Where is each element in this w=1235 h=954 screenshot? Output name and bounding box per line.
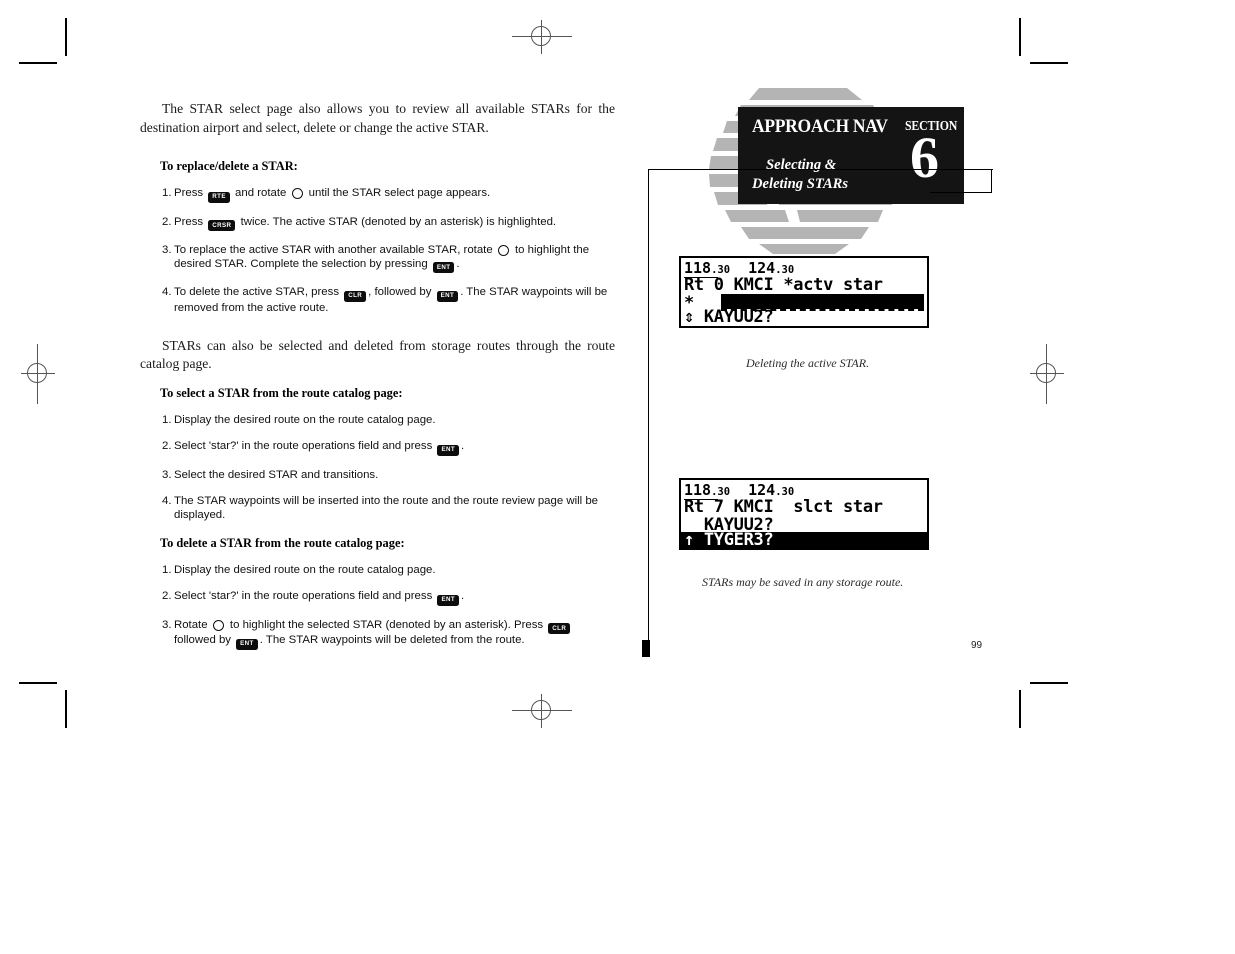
select-catalog-step-number: 1. (162, 413, 172, 426)
figure-2-caption: STARs may be saved in any storage route. (702, 575, 904, 589)
lcd2-waypoint-name: TYGER3? (703, 530, 774, 550)
key-ent-icon[interactable]: ENT (432, 262, 455, 274)
steps-select-catalog: 1. Display the desired route on the route… (140, 414, 615, 523)
key-clr-icon[interactable]: CLR (344, 290, 367, 302)
select-catalog-step: 1. Display the desired route on the route… (140, 414, 615, 428)
key-crsr-icon[interactable]: CRSR (208, 220, 236, 232)
section-header-box: APPROACH NAV Selecting & Deleting STARs … (738, 107, 964, 204)
delete-catalog-step-text: Display the desired route on the route c… (174, 563, 436, 576)
margin-rule-right-horizontal (930, 192, 992, 194)
registration-target-top (512, 20, 572, 54)
crop-mark-br-h (1030, 682, 1068, 684)
replace-delete-step-text: To delete the active STAR, press CLR, fo… (174, 286, 608, 314)
key-rte-icon[interactable]: RTE (208, 191, 230, 203)
select-catalog-step-text: Select 'star?' in the route operations f… (174, 440, 615, 456)
gps-lcd-delete-active-star: 118.30 124.30 Rt 0 KMCI *actv star * ⇕ K… (679, 256, 929, 328)
crop-mark-tl-h (19, 62, 57, 64)
select-catalog-step-text: The STAR waypoints will be inserted into… (174, 495, 599, 521)
steps-delete-catalog: 1. Display the desired route on the route… (140, 564, 615, 650)
key-clr-icon[interactable]: CLR (548, 623, 571, 635)
crop-mark-tr-h (1030, 62, 1068, 64)
replace-delete-step-text: Press CRSR twice. The active STAR (denot… (174, 216, 615, 232)
key-ent-icon[interactable]: ENT (437, 594, 460, 606)
lcd1-scroll-arrow-icon: ⇕ (684, 307, 694, 327)
delete-catalog-step-number: 3. (162, 618, 172, 631)
replace-delete-step: 4. To delete the active STAR, press CLR, … (140, 286, 615, 315)
delete-catalog-step-text: Rotate to highlight the selected STAR (d… (174, 619, 615, 650)
mid-paragraph: STARs can also be selected and deleted f… (140, 337, 615, 372)
lcd2-waypoint-row-2: ↑ TYGER3? (684, 530, 927, 550)
crop-mark-bl-h (19, 682, 57, 684)
figure-1-caption: Deleting the active STAR. (746, 356, 870, 370)
section-subtitle-line1: Selecting & (766, 157, 837, 173)
lcd1-waypoint-row: ⇕ KAYUU2? (684, 307, 927, 327)
delete-catalog-step: 2. Select 'star?' in the route operations… (140, 590, 615, 606)
delete-catalog-step-text: Select 'star?' in the route operations f… (174, 590, 615, 606)
replace-delete-step-number: 2. (162, 215, 172, 228)
replace-delete-step: 3. To replace the active STAR with anothe… (140, 244, 615, 274)
section-number: 6 (910, 125, 939, 190)
lcd2-scroll-arrow-icon: ↑ (684, 530, 694, 550)
gps-lcd-select-star-storage-route: 118.30 124.30 Rt 7 KMCI slct star KAYUU2… (679, 478, 929, 550)
heading-replace-delete: To replace/delete a STAR: (160, 159, 298, 173)
replace-delete-step: 1. Press RTE and rotate until the STAR se… (140, 187, 615, 203)
select-catalog-step-number: 4. (162, 495, 172, 508)
select-catalog-step: 2. Select 'star?' in the route operations… (140, 440, 615, 456)
delete-catalog-step: 1. Display the desired route on the route… (140, 564, 615, 578)
lcd1-waypoint-name: KAYUU2? (703, 307, 774, 327)
margin-rule-top (648, 169, 993, 171)
section-title: APPROACH NAV (752, 116, 888, 137)
replace-delete-step-text: To replace the active STAR with another … (174, 244, 615, 274)
lcd1-route-line: Rt 0 KMCI *actv star (684, 275, 883, 295)
rotate-knob-icon[interactable] (213, 619, 225, 631)
section-subtitle-line2: Deleting STARs (752, 176, 849, 192)
select-catalog-step: 4. The STAR waypoints will be inserted in… (140, 495, 615, 522)
registration-target-right (1030, 344, 1064, 404)
select-catalog-step-number: 3. (162, 468, 172, 481)
manual-page: APPROACH NAV Selecting & Deleting STARs … (0, 0, 1235, 954)
crop-mark-tr-v (1019, 18, 1021, 56)
steps-replace-delete: 1. Press RTE and rotate until the STAR se… (140, 187, 615, 316)
replace-delete-step-number: 4. (162, 286, 172, 299)
replace-delete-step-text: Press RTE and rotate until the STAR sele… (174, 187, 615, 203)
replace-delete-step: 2. Press CRSR twice. The active STAR (den… (140, 216, 615, 232)
section-end-bar (642, 640, 650, 657)
select-catalog-step: 3. Select the desired STAR and transition… (140, 469, 615, 483)
crop-mark-br-v (1019, 690, 1021, 728)
key-ent-icon[interactable]: ENT (437, 444, 460, 456)
intro-paragraph: The STAR select page also allows you to … (140, 101, 615, 135)
select-catalog-step-number: 2. (162, 440, 172, 453)
rotate-knob-icon[interactable] (498, 245, 510, 257)
replace-delete-step-number: 1. (162, 187, 172, 199)
crop-mark-bl-v (65, 690, 67, 728)
key-ent-icon[interactable]: ENT (236, 638, 258, 650)
lcd2-route-line: Rt 7 KMCI slct star (684, 497, 883, 517)
body-text-column: The STAR select page also allows you to … (140, 100, 615, 650)
select-catalog-step-text: Select the desired STAR and transitions. (174, 468, 379, 481)
registration-target-left (21, 344, 55, 404)
delete-catalog-step: 3. Rotate to highlight the selected STAR … (140, 619, 615, 650)
select-catalog-step-text: Display the desired route on the route c… (174, 413, 436, 426)
margin-rule-vertical (648, 169, 650, 647)
heading-delete-catalog: To delete a STAR from the route catalog … (160, 535, 405, 550)
heading-select-catalog: To select a STAR from the route catalog … (160, 385, 403, 400)
delete-catalog-step-number: 1. (162, 563, 172, 576)
crop-mark-tl-v (65, 18, 67, 56)
key-ent-icon[interactable]: ENT (436, 290, 459, 302)
margin-rule-right-vertical (991, 169, 993, 193)
delete-catalog-step-number: 2. (162, 590, 172, 603)
rotate-knob-icon[interactable] (292, 188, 303, 199)
registration-target-bottom (512, 694, 572, 728)
page-number: 99 (971, 640, 983, 651)
replace-delete-step-number: 3. (162, 244, 172, 257)
